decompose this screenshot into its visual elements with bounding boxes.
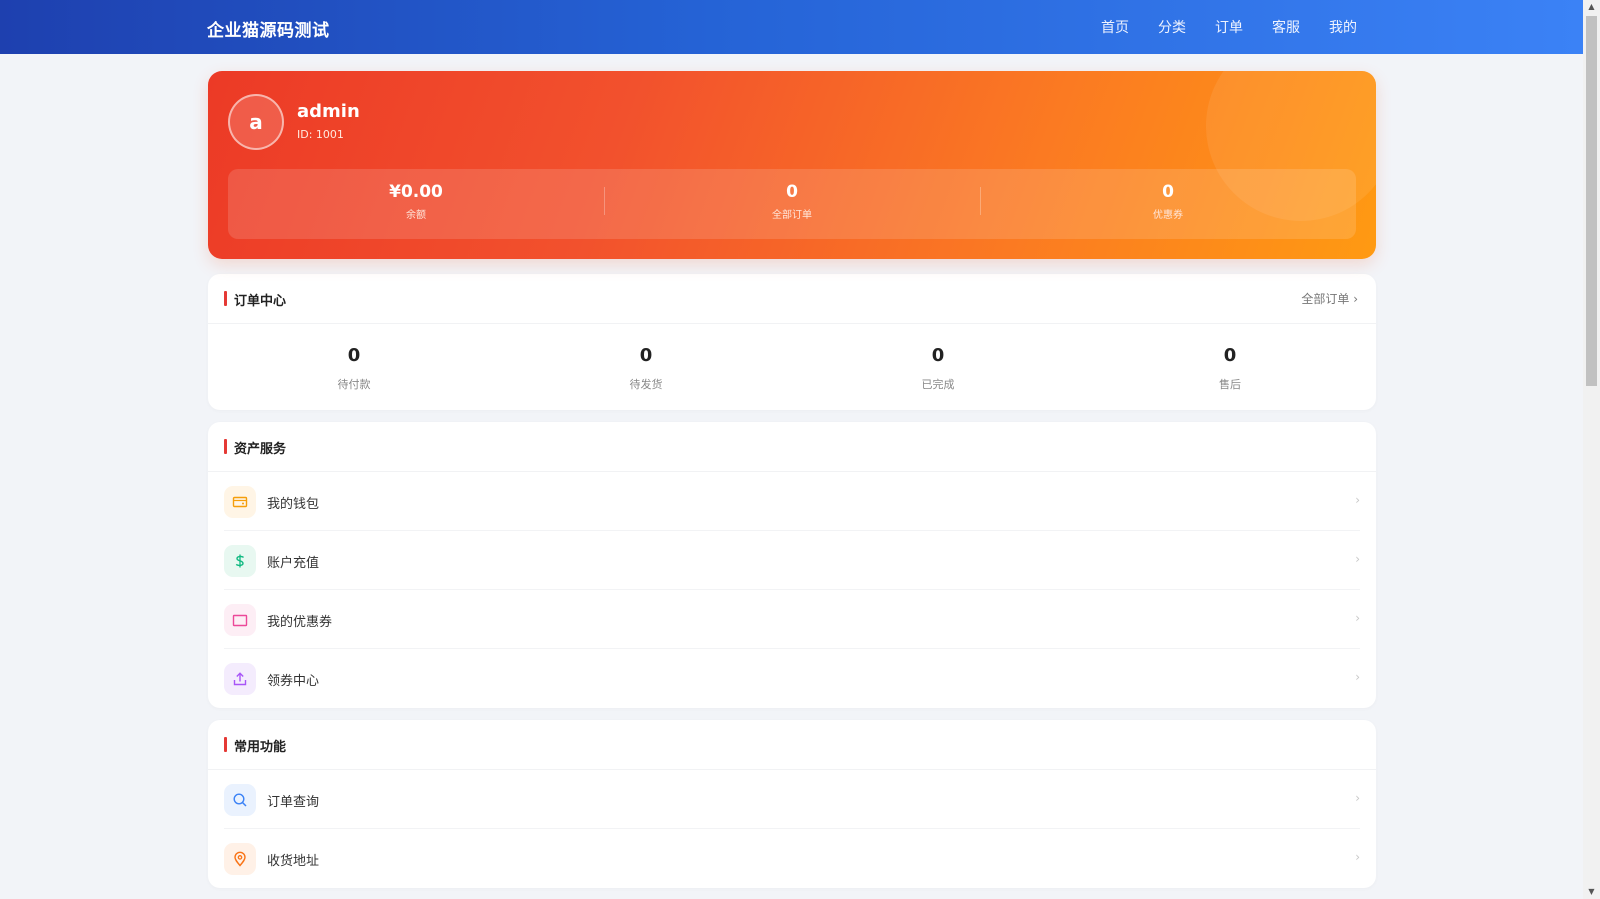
profile-stats: ¥0.00 余额 0 全部订单 0 优惠券 [228,169,1356,239]
scroll-up-arrow-icon[interactable]: ▲ [1583,0,1600,14]
common-functions-card: 常用功能 订单查询 › 收货地址 › [208,720,1376,888]
order-label: 待发货 [629,378,663,391]
stat-label: 余额 [406,210,426,221]
wallet-icon [224,486,256,518]
section-accent-bar [224,291,227,306]
user-id: ID: 1001 [297,128,344,141]
chevron-right-icon: › [1355,670,1360,684]
card-header: 资产服务 [208,422,1376,472]
nav-orders[interactable]: 订单 [1215,17,1243,37]
menu-item-label: 领券中心 [267,674,320,689]
scroll-down-arrow-icon[interactable]: ▼ [1583,885,1600,899]
order-after-sales[interactable]: 0 售后 [1084,324,1376,410]
order-completed[interactable]: 0 已完成 [792,324,1084,410]
order-label: 待付款 [337,378,371,391]
section-title: 常用功能 [234,740,287,755]
scrollbar-thumb[interactable] [1586,16,1597,386]
profile-card: a admin ID: 1001 ¥0.00 余额 0 全部订单 0 优惠券 [208,71,1376,259]
upload-icon [224,663,256,695]
section-title: 订单中心 [234,294,287,309]
menu-item-label: 收货地址 [267,854,320,869]
vertical-scrollbar[interactable]: ▲ ▼ [1583,0,1600,899]
stat-balance[interactable]: ¥0.00 余额 [228,169,604,239]
card-header: 订单中心 全部订单 › [208,274,1376,324]
chevron-right-icon: › [1355,791,1360,805]
order-center-card: 订单中心 全部订单 › 0 待付款 0 待发货 0 已完成 0 售后 [208,274,1376,410]
stat-label: 优惠券 [1153,210,1183,221]
order-status-row: 0 待付款 0 待发货 0 已完成 0 售后 [208,324,1376,410]
menu-item-order-query[interactable]: 订单查询 › [224,770,1360,829]
stat-value: 0 [1162,182,1174,202]
top-navbar: 企业猫源码测试 首页 分类 订单 客服 我的 [0,0,1583,54]
dollar-icon [224,545,256,577]
avatar[interactable]: a [228,94,284,150]
menu-item-coupon-center[interactable]: 领券中心 › [224,649,1360,708]
order-label: 售后 [1219,378,1241,391]
search-icon [224,784,256,816]
nav-category[interactable]: 分类 [1158,17,1186,37]
menu-item-wallet[interactable]: 我的钱包 › [224,472,1360,531]
all-orders-link[interactable]: 全部订单 › [1301,290,1358,307]
nav-service[interactable]: 客服 [1272,17,1300,37]
main-content: a admin ID: 1001 ¥0.00 余额 0 全部订单 0 优惠券 订… [208,71,1376,888]
section-accent-bar [224,439,227,454]
section-accent-bar [224,737,227,752]
order-count: 0 [639,345,653,366]
chevron-right-icon: › [1355,493,1360,507]
stat-coupons[interactable]: 0 优惠券 [980,169,1356,239]
username: admin [297,101,360,122]
asset-services-card: 资产服务 我的钱包 › 账户充值 › 我的优惠券 › 领券中心 › [208,422,1376,708]
stat-value: ¥0.00 [389,182,443,202]
chevron-right-icon: › [1355,552,1360,566]
order-count: 0 [1223,345,1237,366]
stat-all-orders[interactable]: 0 全部订单 [604,169,980,239]
chevron-right-icon: › [1355,611,1360,625]
main-nav: 首页 分类 订单 客服 我的 [1101,17,1357,37]
menu-item-recharge[interactable]: 账户充值 › [224,531,1360,590]
chevron-right-icon: › [1355,850,1360,864]
page: 企业猫源码测试 首页 分类 订单 客服 我的 a admin ID: 1001 … [0,0,1600,899]
site-brand[interactable]: 企业猫源码测试 [207,16,330,41]
menu-item-label: 订单查询 [267,795,320,810]
menu-item-shipping-address[interactable]: 收货地址 › [224,829,1360,888]
location-pin-icon [224,843,256,875]
menu-item-label: 我的优惠券 [267,615,333,630]
order-pending-shipment[interactable]: 0 待发货 [500,324,792,410]
nav-home[interactable]: 首页 [1101,17,1129,37]
stat-label: 全部订单 [772,210,812,221]
card-header: 常用功能 [208,720,1376,770]
menu-item-label: 我的钱包 [267,497,320,512]
order-pending-payment[interactable]: 0 待付款 [208,324,500,410]
order-label: 已完成 [921,378,955,391]
order-count: 0 [931,345,945,366]
order-count: 0 [347,345,361,366]
nav-mine[interactable]: 我的 [1329,17,1357,37]
coupon-icon [224,604,256,636]
section-title: 资产服务 [234,442,287,457]
menu-item-label: 账户充值 [267,556,320,571]
stat-value: 0 [786,182,798,202]
menu-item-my-coupons[interactable]: 我的优惠券 › [224,590,1360,649]
